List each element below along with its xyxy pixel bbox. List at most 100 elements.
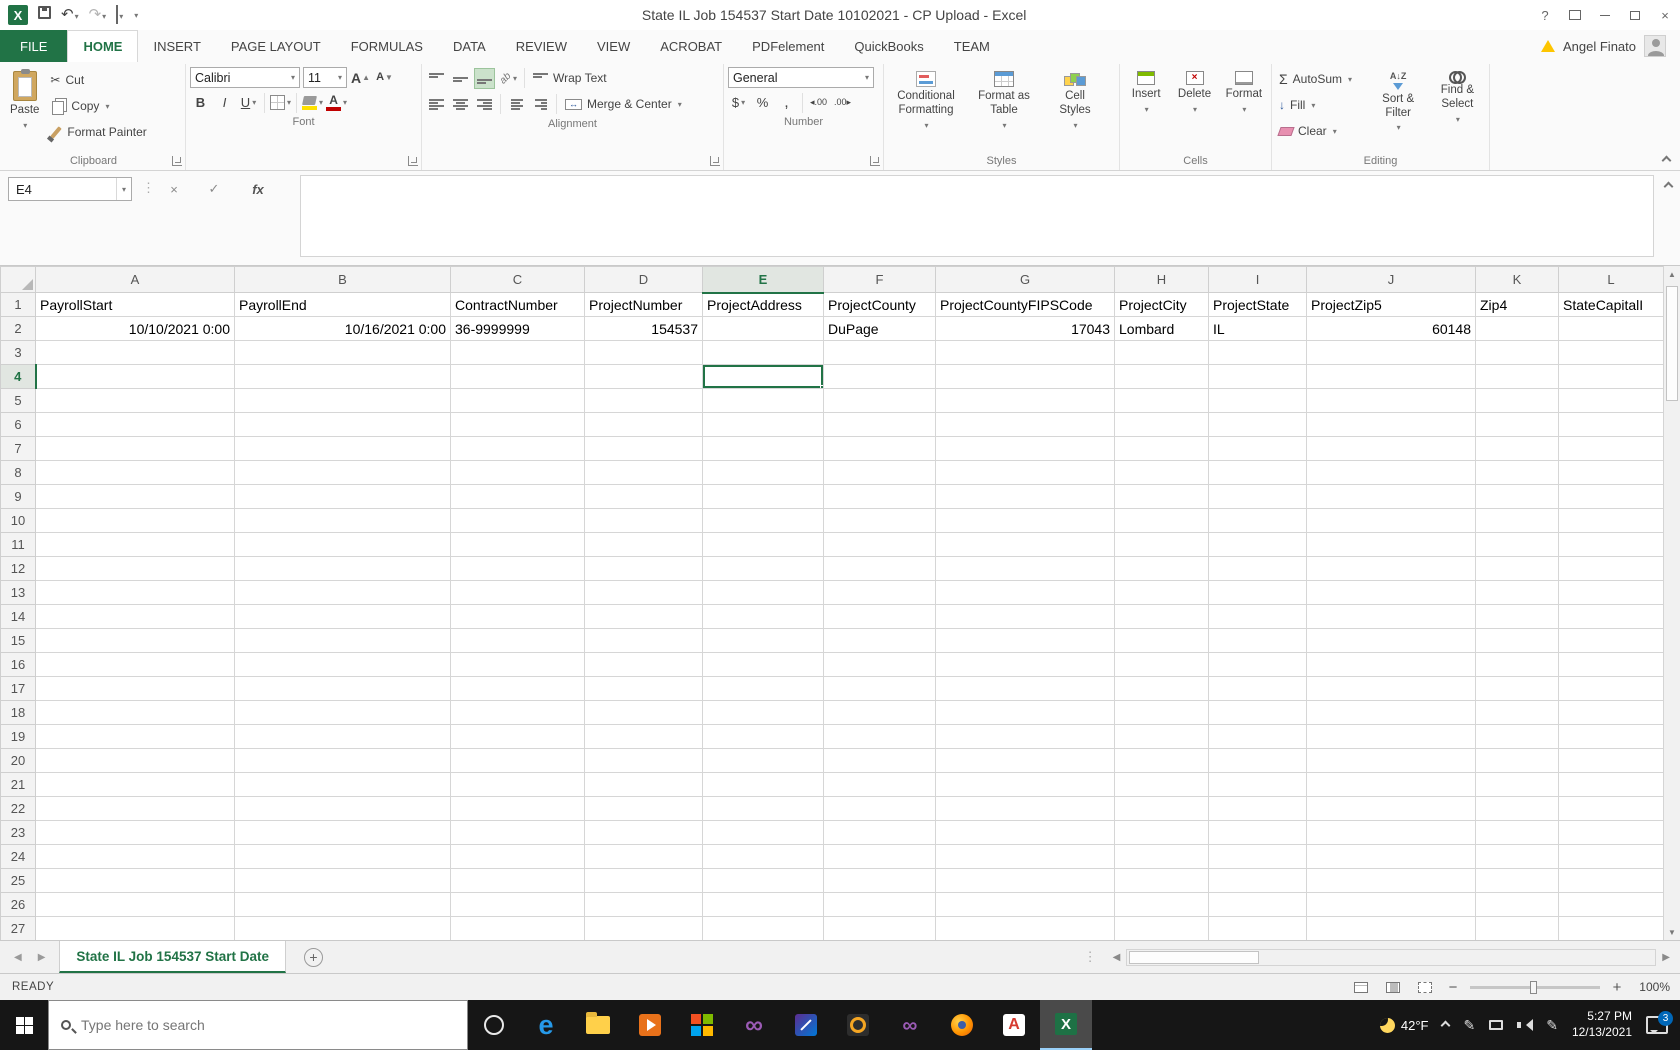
cell-F12[interactable] — [823, 556, 936, 581]
cell-B23[interactable] — [234, 820, 451, 845]
cell-E7[interactable] — [702, 436, 824, 461]
cell-H7[interactable] — [1114, 436, 1209, 461]
cell-L23[interactable] — [1558, 820, 1663, 845]
avatar[interactable] — [1644, 35, 1666, 57]
cell-I23[interactable] — [1208, 820, 1307, 845]
column-header-D[interactable]: D — [584, 266, 703, 293]
taskbar-item-excel[interactable]: X — [1040, 1000, 1092, 1050]
cell-C2[interactable]: 36-9999999 — [450, 316, 585, 341]
tab-data[interactable]: DATA — [438, 30, 501, 62]
cell-A1[interactable]: PayrollStart — [35, 292, 235, 317]
cell-D1[interactable]: ProjectNumber — [584, 292, 703, 317]
zoom-slider[interactable] — [1470, 980, 1600, 994]
cell-A6[interactable] — [35, 412, 235, 437]
enter-button[interactable]: ✓ — [200, 177, 228, 201]
cell-G26[interactable] — [935, 892, 1115, 917]
row-header-23[interactable]: 23 — [0, 820, 36, 845]
align-right-button[interactable] — [474, 94, 495, 115]
cell-K17[interactable] — [1475, 676, 1559, 701]
save-button[interactable] — [38, 6, 51, 24]
select-all-button[interactable] — [0, 266, 36, 293]
cell-E10[interactable] — [702, 508, 824, 533]
cell-H1[interactable]: ProjectCity — [1114, 292, 1209, 317]
cell-I16[interactable] — [1208, 652, 1307, 677]
cell-H3[interactable] — [1114, 340, 1209, 365]
cell-H25[interactable] — [1114, 868, 1209, 893]
cell-L22[interactable] — [1558, 796, 1663, 821]
cell-K7[interactable] — [1475, 436, 1559, 461]
cell-E13[interactable] — [702, 580, 824, 605]
row-header-6[interactable]: 6 — [0, 412, 36, 437]
help-button[interactable]: ? — [1530, 2, 1560, 28]
fill-handle[interactable] — [820, 385, 823, 388]
cell-H16[interactable] — [1114, 652, 1209, 677]
row-header-7[interactable]: 7 — [0, 436, 36, 461]
zoom-in-button[interactable]: + — [1610, 979, 1624, 996]
taskbar-item-dev-app[interactable] — [780, 1000, 832, 1050]
cell-D8[interactable] — [584, 460, 703, 485]
accounting-format-button[interactable]: $ ▾ — [728, 92, 749, 113]
cell-J8[interactable] — [1306, 460, 1476, 485]
cell-K25[interactable] — [1475, 868, 1559, 893]
cell-A5[interactable] — [35, 388, 235, 413]
format-as-table-button[interactable]: Format as Table ▾ — [968, 67, 1040, 130]
cell-B26[interactable] — [234, 892, 451, 917]
cell-D12[interactable] — [584, 556, 703, 581]
cell-J26[interactable] — [1306, 892, 1476, 917]
increase-decimal-button[interactable]: ◂.00 — [808, 92, 829, 113]
cell-D9[interactable] — [584, 484, 703, 509]
increase-font-button[interactable]: A ▲ — [350, 67, 371, 88]
cell-C5[interactable] — [450, 388, 585, 413]
cell-B5[interactable] — [234, 388, 451, 413]
horizontal-scrollbar[interactable] — [1126, 948, 1657, 966]
cell-I27[interactable] — [1208, 916, 1307, 940]
cell-L15[interactable] — [1558, 628, 1663, 653]
cell-D17[interactable] — [584, 676, 703, 701]
cell-D20[interactable] — [584, 748, 703, 773]
restore-button[interactable] — [1620, 2, 1650, 28]
cell-I8[interactable] — [1208, 460, 1307, 485]
tab-formulas[interactable]: FORMULAS — [336, 30, 438, 62]
fill-button[interactable]: ↓ Fill ▾ — [1276, 94, 1367, 116]
cell-H9[interactable] — [1114, 484, 1209, 509]
cell-G12[interactable] — [935, 556, 1115, 581]
ribbon-display-options-button[interactable] — [1560, 2, 1590, 28]
page-break-view-button[interactable] — [1414, 978, 1436, 996]
cell-G7[interactable] — [935, 436, 1115, 461]
tab-insert[interactable]: INSERT — [138, 30, 215, 62]
cell-K14[interactable] — [1475, 604, 1559, 629]
cell-C3[interactable] — [450, 340, 585, 365]
cell-F26[interactable] — [823, 892, 936, 917]
cell-H22[interactable] — [1114, 796, 1209, 821]
cell-C13[interactable] — [450, 580, 585, 605]
cell-L6[interactable] — [1558, 412, 1663, 437]
cell-E6[interactable] — [702, 412, 824, 437]
cell-K8[interactable] — [1475, 460, 1559, 485]
cell-H4[interactable] — [1114, 364, 1209, 389]
insert-function-button[interactable]: fx — [244, 177, 272, 201]
cell-D16[interactable] — [584, 652, 703, 677]
cell-K26[interactable] — [1475, 892, 1559, 917]
cell-C19[interactable] — [450, 724, 585, 749]
cell-J13[interactable] — [1306, 580, 1476, 605]
cell-G14[interactable] — [935, 604, 1115, 629]
cell-J24[interactable] — [1306, 844, 1476, 869]
percent-style-button[interactable]: % — [752, 92, 773, 113]
cell-C10[interactable] — [450, 508, 585, 533]
format-painter-button[interactable]: Format Painter — [47, 121, 149, 143]
cell-A23[interactable] — [35, 820, 235, 845]
cell-J7[interactable] — [1306, 436, 1476, 461]
row-header-14[interactable]: 14 — [0, 604, 36, 629]
cell-F2[interactable]: DuPage — [823, 316, 936, 341]
tab-review[interactable]: REVIEW — [501, 30, 582, 62]
cell-D4[interactable] — [584, 364, 703, 389]
cell-E5[interactable] — [702, 388, 824, 413]
cell-A8[interactable] — [35, 460, 235, 485]
cell-I14[interactable] — [1208, 604, 1307, 629]
cell-G13[interactable] — [935, 580, 1115, 605]
cell-I9[interactable] — [1208, 484, 1307, 509]
cell-J15[interactable] — [1306, 628, 1476, 653]
cell-H24[interactable] — [1114, 844, 1209, 869]
cell-C23[interactable] — [450, 820, 585, 845]
cell-A21[interactable] — [35, 772, 235, 797]
